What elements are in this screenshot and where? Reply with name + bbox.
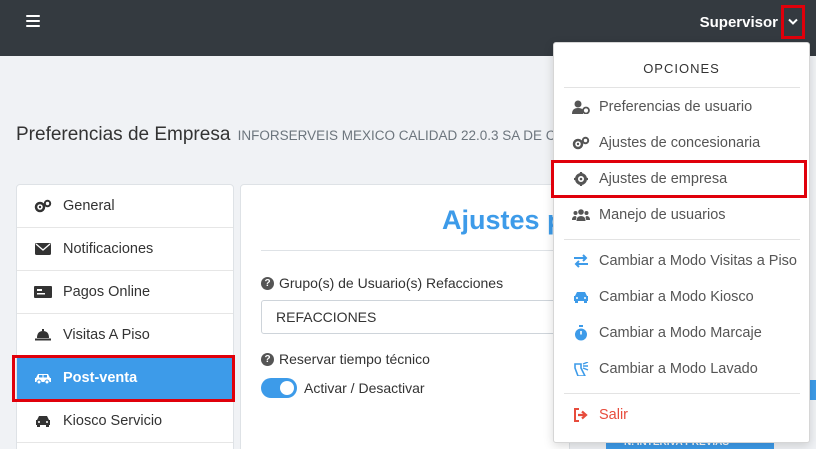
- annotation-highlight-post-venta: [12, 355, 235, 402]
- question-circle-icon[interactable]: ?: [261, 276, 274, 290]
- dropdown-item-modo-marcaje[interactable]: Cambiar a Modo Marcaje: [572, 323, 762, 343]
- dropdown-item-label: Manejo de usuarios: [599, 207, 726, 223]
- dropdown-item-salir[interactable]: Salir: [572, 405, 628, 425]
- dropdown-item-modo-visitas-piso[interactable]: Cambiar a Modo Visitas a Piso: [572, 251, 797, 271]
- dropdown-item-label: Cambiar a Modo Lavado: [599, 361, 758, 377]
- sidebar-item-general[interactable]: General: [17, 185, 233, 228]
- hamburger-icon[interactable]: [26, 15, 40, 29]
- dropdown-header: OPCIONES: [643, 61, 720, 76]
- sidebar-item-label: Visitas A Piso: [63, 327, 150, 343]
- user-menu-toggle[interactable]: [781, 5, 805, 39]
- sidebar-item-kiosco-servicio[interactable]: Kiosco Servicio: [17, 400, 233, 443]
- sign-out-icon: [572, 407, 590, 423]
- dropdown-item-manejo-usuarios[interactable]: Manejo de usuarios: [572, 205, 726, 225]
- toggle-knob: [280, 381, 294, 395]
- money-bill-icon: [33, 284, 53, 300]
- settings-heading: Ajustes p: [442, 205, 564, 235]
- sidebar-item-label: Notificaciones: [63, 241, 154, 257]
- field-label-text: Grupo(s) de Usuario(s) Refacciones: [279, 275, 504, 291]
- dropdown-item-ajustes-concesionaria[interactable]: Ajustes de concesionaria: [572, 133, 760, 153]
- users-icon: [572, 207, 590, 223]
- sidebar-item-visitas-a-piso[interactable]: Visitas A Piso: [17, 314, 233, 357]
- car-icon: [572, 289, 590, 305]
- annotation-highlight-ajustes-empresa: [551, 160, 807, 198]
- user-options-dropdown: OPCIONES Preferencias de usuario Ajustes…: [553, 42, 810, 443]
- field-label-grupos-refacciones: ? Grupo(s) de Usuario(s) Refacciones: [261, 275, 503, 291]
- gears-icon: [572, 135, 590, 151]
- dropdown-item-preferencias-usuario[interactable]: Preferencias de usuario: [572, 97, 752, 117]
- page-subtitle: INFORSERVEIS MEXICO CALIDAD 22.0.3 SA DE…: [237, 128, 565, 143]
- dropdown-divider: [564, 87, 800, 88]
- stopwatch-icon: [572, 325, 590, 341]
- dropdown-item-label: Cambiar a Modo Kiosco: [599, 289, 754, 305]
- user-gear-icon: [572, 99, 590, 115]
- spray-icon: [572, 361, 590, 377]
- user-menu-name[interactable]: Supervisor: [700, 14, 778, 31]
- question-circle-icon[interactable]: ?: [261, 352, 274, 366]
- chevron-down-icon: [788, 18, 798, 25]
- dropdown-item-label: Cambiar a Modo Visitas a Piso: [599, 253, 797, 269]
- reservar-tiempo-toggle[interactable]: [261, 378, 297, 398]
- dropdown-item-modo-kiosco[interactable]: Cambiar a Modo Kiosco: [572, 287, 754, 307]
- field-label-reservar-tiempo: ? Reservar tiempo técnico: [261, 351, 430, 367]
- sidebar-item-notificaciones[interactable]: Notificaciones: [17, 228, 233, 271]
- page-title: Preferencias de Empresa INFORSERVEIS MEX…: [16, 124, 565, 146]
- gears-icon: [33, 198, 53, 214]
- sidebar-item-pagos-online[interactable]: Pagos Online: [17, 271, 233, 314]
- dropdown-divider: [564, 239, 800, 240]
- toggle-label: Activar / Desactivar: [304, 380, 425, 396]
- divider: [261, 250, 571, 251]
- preferences-sidebar: General Notificaciones Pagos Online Visi…: [16, 184, 234, 449]
- field-label-text: Reservar tiempo técnico: [279, 351, 430, 367]
- bell-icon: [33, 327, 53, 343]
- settings-panel: Ajustes p ? Grupo(s) de Usuario(s) Refac…: [240, 184, 571, 449]
- dropdown-item-label: Cambiar a Modo Marcaje: [599, 325, 762, 341]
- car-front-icon: [33, 413, 53, 429]
- dropdown-item-label: Ajustes de concesionaria: [599, 135, 761, 151]
- sidebar-item-label: Pagos Online: [63, 284, 151, 300]
- sidebar-item-label: General: [63, 198, 115, 214]
- dropdown-item-label: Preferencias de usuario: [599, 99, 753, 115]
- envelope-icon: [33, 241, 53, 257]
- dropdown-item-label: Salir: [599, 407, 629, 423]
- dropdown-item-modo-lavado[interactable]: Cambiar a Modo Lavado: [572, 359, 758, 379]
- page-title-text: Preferencias de Empresa: [16, 124, 231, 145]
- sidebar-item-label: Kiosco Servicio: [63, 413, 163, 429]
- dropdown-divider: [564, 393, 800, 394]
- exchange-icon: [572, 253, 590, 269]
- grupos-refacciones-select[interactable]: REFACCIONES: [261, 300, 571, 334]
